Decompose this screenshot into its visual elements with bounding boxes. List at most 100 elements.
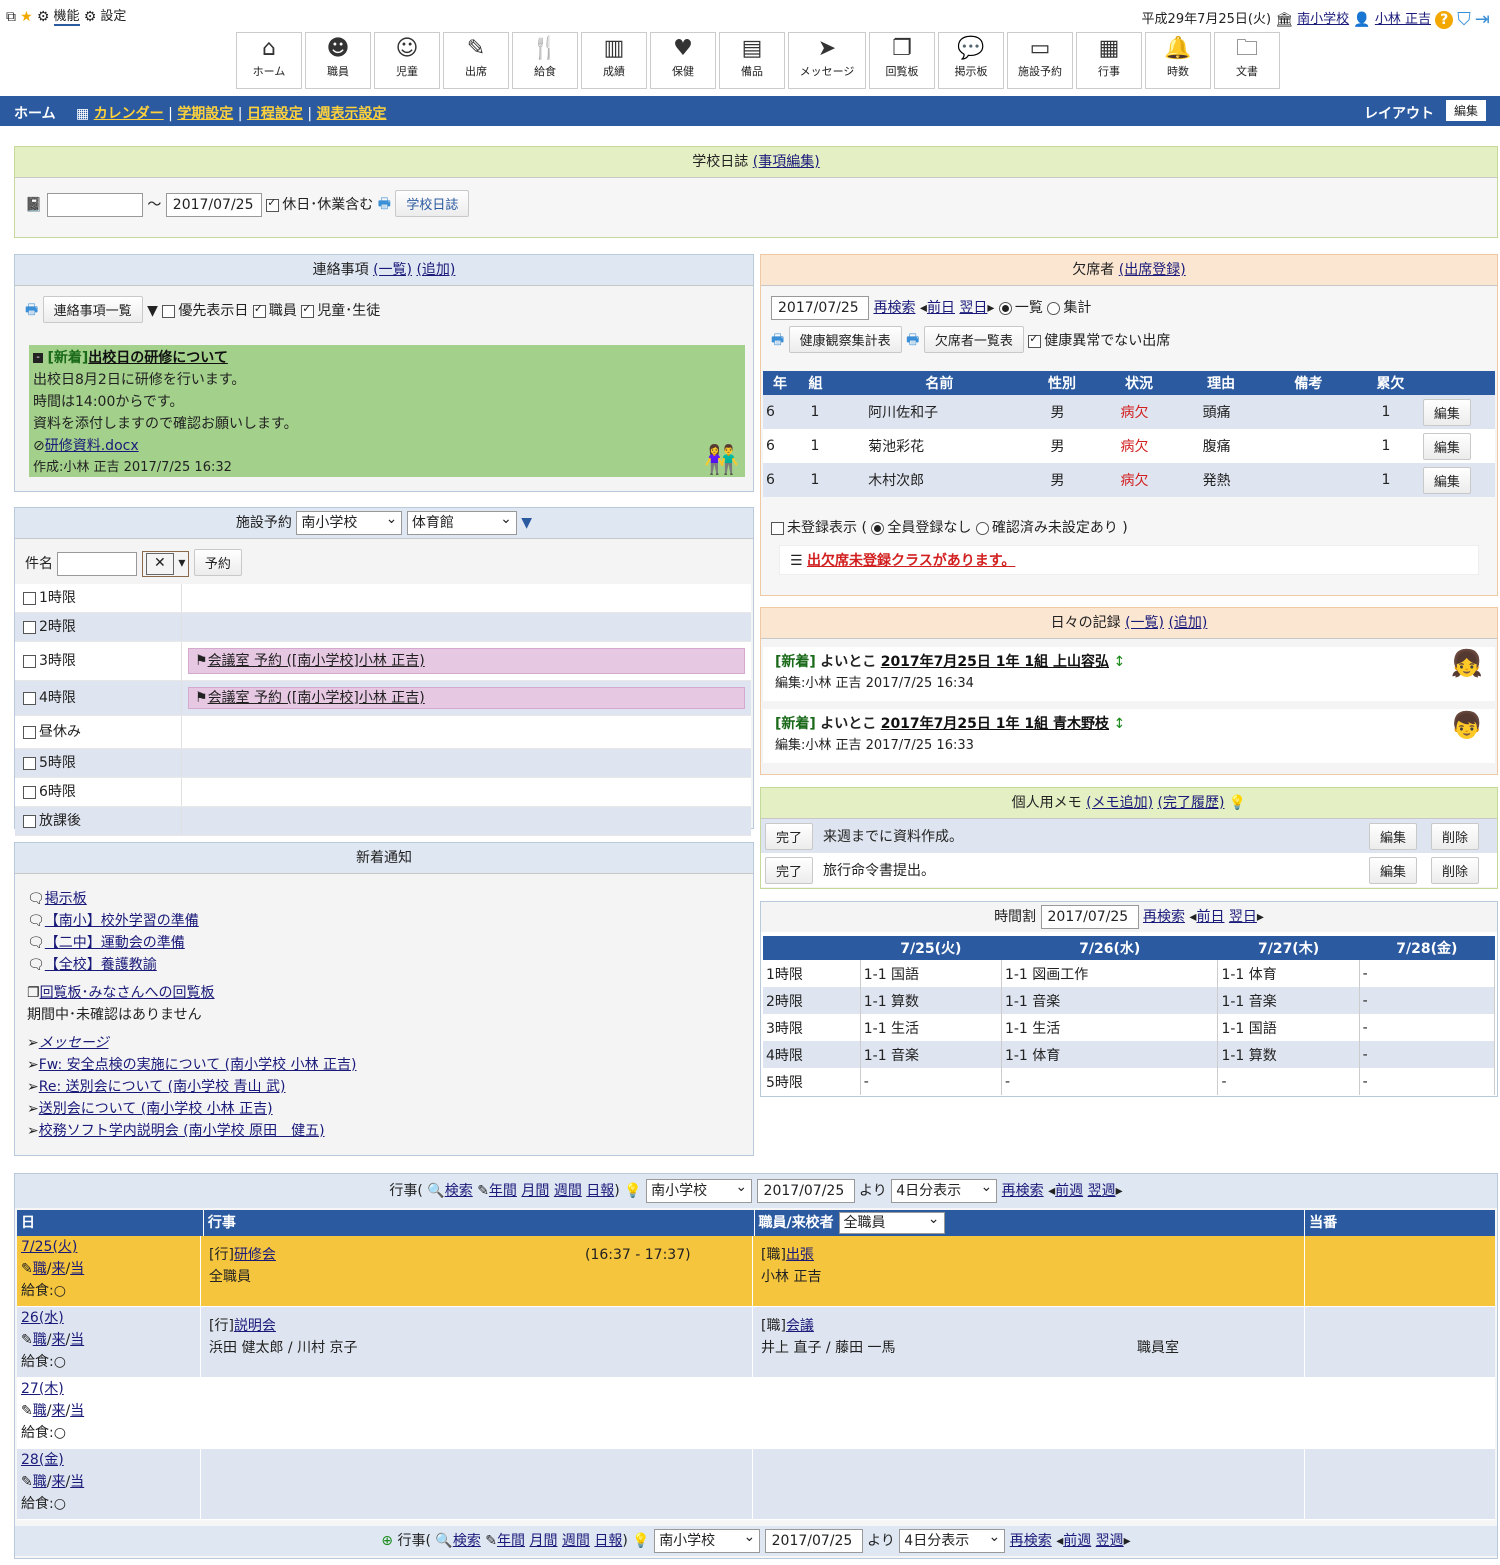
event-link[interactable]: 説明会 — [234, 1318, 276, 1334]
health-report-button[interactable]: 健康観察集計表 — [788, 326, 902, 353]
period-checkbox[interactable] — [23, 756, 36, 770]
staff-event-link[interactable]: 会議 — [786, 1318, 814, 1334]
events-research-link[interactable]: 再検索 — [1010, 1533, 1052, 1549]
week-display-link[interactable]: 週表示設定 — [317, 106, 387, 122]
absent-column-header[interactable]: 組 — [798, 371, 848, 395]
absent-column-header[interactable]: 名前 — [848, 371, 1021, 395]
diary-edit-link[interactable]: (事項編集) — [753, 154, 820, 170]
star-icon[interactable]: ★ — [20, 9, 33, 25]
memo-delete-button[interactable]: 削除 — [1430, 856, 1479, 884]
events-staff-link[interactable]: 職 — [33, 1403, 47, 1419]
events-daily-link[interactable]: 日報 — [586, 1183, 614, 1199]
total-radio[interactable] — [1047, 301, 1061, 315]
reserve-button[interactable]: 予約 — [193, 549, 242, 576]
message-item-link[interactable]: Fw: 安全点検の実施について (南小学校 小林 正吉) — [39, 1057, 357, 1073]
collapse-icon[interactable]: - — [33, 353, 43, 363]
nav-health[interactable]: ♥ 保健 — [650, 32, 716, 89]
nav-supplies[interactable]: ▤ 備品 — [719, 32, 785, 89]
layout-edit-button[interactable]: 編集 — [1445, 100, 1486, 121]
circular-link[interactable]: 回覧板･みなさんへの回覧板 — [40, 985, 215, 1001]
staff-checkbox[interactable] — [252, 302, 266, 318]
priority-checkbox[interactable] — [162, 304, 176, 318]
notices-add-link[interactable]: (追加) — [416, 262, 455, 278]
events-school-select[interactable]: 南小学校 — [654, 1526, 761, 1553]
nav-circular[interactable]: ❐ 回覧板 — [869, 32, 935, 89]
print-icon[interactable]: 🖶 — [378, 193, 391, 217]
unregistered-checkbox[interactable] — [771, 521, 784, 535]
print-icon[interactable]: 🖶 — [771, 329, 784, 353]
facility-slot[interactable]: ⚑会議室 予約 ([南小学校]小林 正吉) — [182, 642, 751, 680]
absent-list-button[interactable]: 欠席者一覧表 — [923, 326, 1024, 353]
record-title-link[interactable]: 2017年7月25日 1年 1組 上山容弘 — [881, 654, 1109, 670]
calendar-link[interactable]: カレンダー — [94, 106, 164, 122]
events-prev-week-link[interactable]: 前週 — [1063, 1533, 1091, 1549]
memo-done-button[interactable]: 完了 — [765, 856, 814, 884]
schedule-settings-link[interactable]: 日程設定 — [247, 106, 303, 122]
features-link[interactable]: 機能 — [53, 9, 80, 26]
board-item-link[interactable]: 【二中】運動会の準備 — [45, 935, 185, 951]
events-daily-link[interactable]: 日報 — [594, 1533, 622, 1549]
nav-events[interactable]: ▦ 行事 — [1076, 32, 1142, 89]
events-day-link[interactable]: 27(木) — [21, 1381, 64, 1397]
facility-school-select[interactable]: 南小学校 — [296, 508, 403, 535]
nav-facility[interactable]: ▭ 施設予約 — [1007, 32, 1073, 89]
events-day-link[interactable]: 7/25(火) — [21, 1239, 77, 1255]
nav-staff[interactable]: ☻ 職員 — [305, 32, 371, 89]
timetable-date-input[interactable]: 2017/07/25 — [1040, 905, 1139, 929]
memo-edit-button[interactable]: 編集 — [1368, 822, 1417, 850]
events-next-week-link[interactable]: 翌週 — [1088, 1183, 1116, 1199]
timetable-research-link[interactable]: 再検索 — [1143, 909, 1185, 925]
events-visitor-link[interactable]: 来 — [51, 1403, 65, 1419]
nav-hours[interactable]: 🔔 時数 — [1145, 32, 1211, 89]
timetable-next-link[interactable]: 翌日 — [1229, 909, 1257, 925]
record-title-link[interactable]: 2017年7月25日 1年 1組 青木野枝 — [881, 716, 1109, 732]
term-settings-link[interactable]: 学期設定 — [177, 106, 233, 122]
events-duty-link[interactable]: 当 — [70, 1403, 84, 1419]
diary-date-from[interactable] — [46, 193, 143, 217]
absent-edit-button[interactable]: 編集 — [1422, 432, 1471, 460]
events-week-link[interactable]: 週間 — [554, 1183, 582, 1199]
facility-room-select[interactable]: 体育館 — [406, 508, 517, 535]
message-item-link[interactable]: Re: 送別会について (南小学校 青山 武) — [39, 1079, 286, 1095]
facility-slot[interactable] — [182, 613, 751, 641]
events-staff-link[interactable]: 職 — [33, 1332, 47, 1348]
notice-title-link[interactable]: 出校日の研修について — [88, 350, 228, 366]
events-staff-link[interactable]: 職 — [33, 1261, 47, 1277]
nav-attendance[interactable]: ✎ 出席 — [443, 32, 509, 89]
normal-attendance-checkbox[interactable] — [1028, 332, 1042, 348]
facility-slot[interactable] — [182, 716, 751, 748]
staff-event-link[interactable]: 出張 — [786, 1247, 814, 1263]
unregistered-warning-link[interactable]: 出欠席未登録クラスがあります。 — [807, 553, 1015, 569]
events-school-select[interactable]: 南小学校 — [646, 1176, 753, 1203]
school-link[interactable]: 南小学校 — [1297, 12, 1349, 27]
notices-list-button[interactable]: 連絡事項一覧 — [42, 296, 143, 323]
daily-add-link[interactable]: (追加) — [1168, 615, 1207, 631]
events-year-link[interactable]: 年間 — [497, 1533, 525, 1549]
print-icon[interactable]: 🖶 — [25, 299, 38, 323]
facility-slot[interactable] — [182, 778, 751, 806]
absent-prev-link[interactable]: 前日 — [927, 300, 955, 316]
events-month-link[interactable]: 月間 — [529, 1533, 557, 1549]
board-item-link[interactable]: 【南小】校外学習の準備 — [45, 913, 199, 929]
board-item-link[interactable]: 【全校】養護教諭 — [45, 957, 157, 973]
events-search-link[interactable]: 検索 — [445, 1183, 473, 1199]
nav-home[interactable]: ⌂ ホーム — [236, 32, 302, 89]
absent-date-input[interactable]: 2017/07/25 — [771, 296, 869, 320]
events-visitor-link[interactable]: 来 — [51, 1261, 65, 1277]
filter-icon[interactable]: ▼ — [521, 515, 532, 531]
memo-history-link[interactable]: (完了履歴) — [1158, 795, 1225, 811]
breadcrumb-home[interactable]: ホーム — [14, 103, 56, 123]
print-icon[interactable]: 🖶 — [906, 329, 919, 353]
facility-slot[interactable] — [182, 584, 751, 612]
absent-column-header[interactable]: 理由 — [1176, 371, 1258, 395]
absent-column-header[interactable]: 性別 — [1022, 371, 1094, 395]
timetable-prev-link[interactable]: 前日 — [1196, 909, 1224, 925]
add-event-icon[interactable]: ⊕ — [381, 1533, 393, 1549]
include-holidays-checkbox[interactable] — [266, 196, 280, 212]
staff-filter-select[interactable]: 全職員 — [838, 1209, 945, 1234]
events-week-link[interactable]: 週間 — [562, 1533, 590, 1549]
facility-name-input[interactable] — [57, 552, 138, 576]
nav-message[interactable]: ➤ メッセージ — [788, 32, 866, 89]
students-checkbox[interactable] — [301, 302, 315, 318]
memo-edit-button[interactable]: 編集 — [1368, 856, 1417, 884]
